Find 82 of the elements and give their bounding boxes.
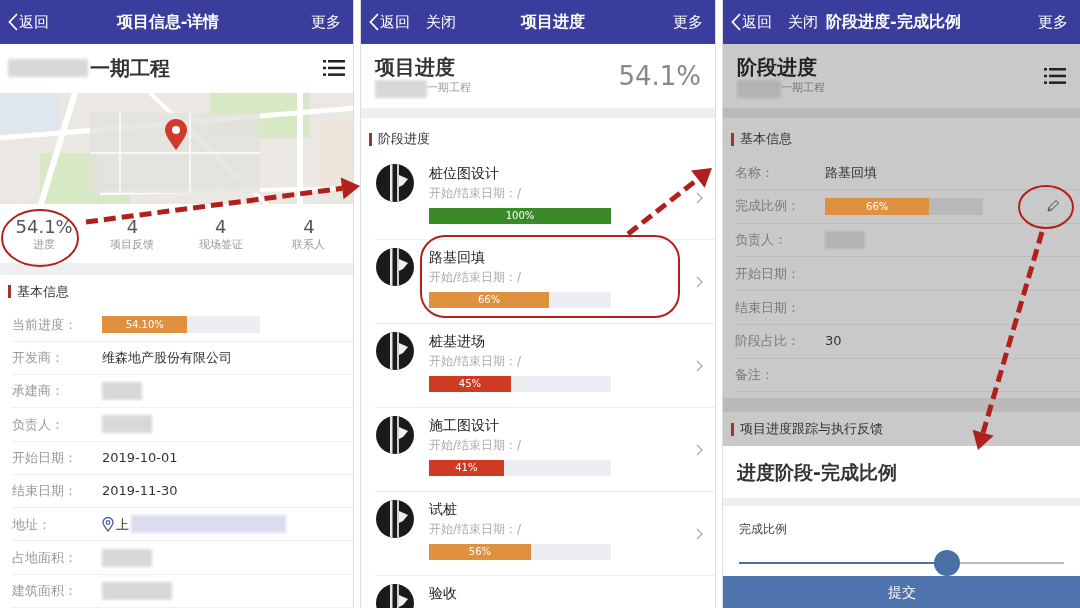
slider-thumb[interactable]	[934, 550, 960, 576]
stat-item[interactable]: 4 联系人	[264, 215, 353, 252]
stage-item[interactable]: 桩位图设计 开始/结束日期：/ 100%	[375, 156, 715, 240]
section-title: 项目进度跟踪与执行反馈	[740, 420, 883, 439]
field-label: 开始日期：	[735, 264, 801, 283]
section-marker	[8, 285, 11, 299]
map-pin-icon	[164, 118, 188, 151]
stat-item[interactable]: 54.1% 进度	[0, 215, 89, 252]
page-heading: 阶段进度	[737, 54, 818, 80]
field-label: 承建商：	[12, 382, 65, 401]
section-marker	[369, 132, 372, 146]
back-button[interactable]: 返回	[8, 10, 49, 34]
progress-fill: 54.10%	[102, 316, 188, 334]
chevron-right-icon	[696, 192, 703, 204]
back-icon	[731, 13, 741, 31]
redacted-block	[375, 79, 427, 98]
page-subtitle: 一期工程	[427, 80, 471, 97]
field-label: 负责人：	[735, 231, 788, 250]
field-label: 地址：	[12, 515, 52, 534]
progress-fill: 66%	[825, 197, 930, 215]
overall-percent: 54.1%	[618, 59, 701, 93]
stage-item[interactable]: 施工图设计 开始/结束日期：/ 41%	[375, 408, 715, 492]
section-marker	[731, 132, 734, 146]
stage-item[interactable]: 路基回填 开始/结束日期：/ 66%	[375, 240, 715, 324]
section-title: 基本信息	[740, 130, 792, 149]
stat-item[interactable]: 4 现场签证	[176, 215, 265, 252]
back-button[interactable]: 返回	[369, 10, 410, 34]
pencil-icon[interactable]	[1046, 199, 1060, 214]
nav-title: 项目进度	[519, 11, 586, 33]
field-label: 备注：	[735, 366, 775, 385]
field-label: 结束日期：	[735, 298, 801, 317]
nav-title: 项目信息-详情	[115, 11, 221, 33]
chevron-right-icon	[696, 360, 703, 372]
field-label: 建筑面积：	[12, 582, 78, 601]
section-title: 阶段进度	[378, 130, 430, 149]
stage-item[interactable]: 验收	[375, 576, 715, 608]
redacted-block	[102, 581, 172, 600]
annotation-ellipse	[1018, 185, 1074, 229]
section-title: 基本信息	[17, 283, 69, 302]
field-label: 阶段占比：	[735, 332, 801, 351]
project-title: 一期工程	[90, 55, 171, 83]
list-icon[interactable]	[323, 59, 345, 78]
field-value: 2019-11-30	[102, 482, 178, 501]
slider-label: 完成比例	[739, 522, 787, 536]
back-icon	[369, 13, 379, 31]
stage-item[interactable]: 桩基进场 开始/结束日期：/ 45%	[375, 324, 715, 408]
field-value: 维森地产股份有限公司	[102, 349, 232, 368]
field-label: 当前进度：	[12, 315, 78, 334]
list-icon[interactable]	[1044, 67, 1066, 85]
more-button[interactable]: 更多	[311, 10, 341, 34]
slider[interactable]	[739, 550, 1064, 576]
location-pin-icon	[102, 516, 114, 532]
submit-button[interactable]: 提交	[723, 576, 1080, 608]
field-label: 占地面积：	[12, 548, 78, 567]
page-heading: 项目进度	[375, 54, 456, 80]
close-button[interactable]: 关闭	[426, 10, 456, 34]
field-label: 开始日期：	[12, 448, 78, 467]
field-value: 上	[116, 515, 129, 534]
section-marker	[731, 422, 734, 436]
field-value: 30	[825, 332, 842, 351]
redacted-block	[102, 548, 152, 567]
chevron-right-icon	[696, 528, 703, 540]
back-button[interactable]: 返回	[731, 10, 772, 34]
sheet-title: 进度阶段-完成比例	[737, 459, 897, 485]
field-label: 开发商：	[12, 349, 65, 368]
more-button[interactable]: 更多	[673, 10, 703, 34]
more-button[interactable]: 更多	[1038, 10, 1068, 34]
back-icon	[8, 13, 18, 31]
stat-item[interactable]: 4 项目反馈	[88, 215, 177, 252]
chevron-right-icon	[696, 444, 703, 456]
close-button[interactable]: 关闭	[788, 10, 818, 34]
field-label: 名称：	[735, 163, 775, 182]
chevron-right-icon	[696, 276, 703, 288]
field-value: 路基回填	[825, 163, 877, 182]
redacted-block	[102, 382, 142, 401]
nav-title: 阶段进度-完成比例	[826, 11, 962, 33]
field-label: 结束日期：	[12, 482, 78, 501]
redacted-block	[102, 415, 152, 434]
field-label: 完成比例：	[735, 197, 801, 216]
stage-item[interactable]: 试桩 开始/结束日期：/ 56%	[375, 492, 715, 576]
field-label: 负责人：	[12, 415, 65, 434]
field-value: 2019-10-01	[102, 448, 178, 467]
